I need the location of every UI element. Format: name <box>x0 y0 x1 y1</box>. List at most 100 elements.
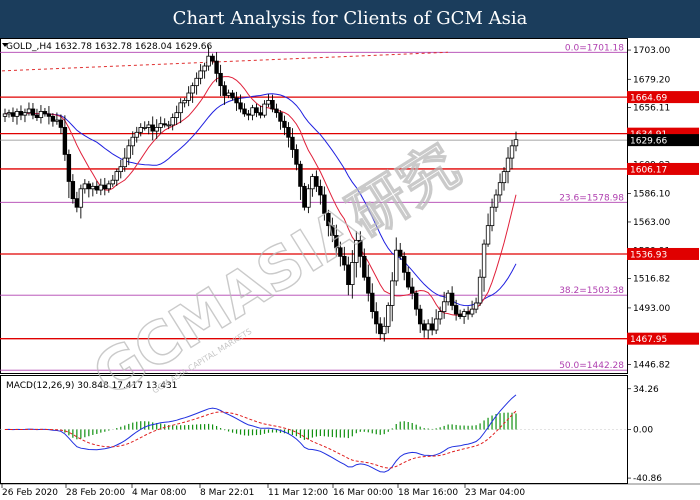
level-tag-label: 1664.69 <box>630 94 667 104</box>
candle-body <box>202 65 207 72</box>
candle-body <box>38 111 44 118</box>
candle-body <box>14 111 20 117</box>
candle-body <box>270 99 275 110</box>
candle-body <box>174 112 179 118</box>
candle-body <box>394 249 399 282</box>
candle-body <box>258 112 263 116</box>
x-tick-label: 8 Mar 22:01 <box>200 488 254 498</box>
candle-body <box>286 127 291 138</box>
y-tick-label: 1563.00 <box>633 218 670 228</box>
y-tick-label: 1493.00 <box>633 304 670 314</box>
candle-body <box>481 243 487 278</box>
candle-body <box>402 255 407 273</box>
candle-body <box>310 176 315 190</box>
x-tick-label: 26 Feb 2020 <box>2 488 58 498</box>
candle-body <box>74 198 80 208</box>
candle-body <box>266 99 271 105</box>
candle-body <box>158 123 163 128</box>
candle-body <box>78 188 84 208</box>
y-tick-label: 1586.10 <box>633 190 670 200</box>
candle-body <box>114 171 119 181</box>
candle-body <box>182 99 187 104</box>
candle-body <box>122 157 127 168</box>
candle-body <box>26 108 32 114</box>
x-tick-label: 16 Mar 00:00 <box>333 488 393 498</box>
candle-body <box>382 325 387 335</box>
candle-body <box>429 323 435 331</box>
candle-body <box>469 308 475 315</box>
candle-body <box>513 139 519 147</box>
chart-area: 34.260.00-40.86 1703.001679.201656.11163… <box>0 38 700 498</box>
candle-body <box>370 292 375 313</box>
candle-body <box>94 185 100 191</box>
level-tag-label: 1606.17 <box>630 165 667 175</box>
candle-body <box>146 124 151 128</box>
x-tick-label: 23 Mar 04:00 <box>465 488 525 498</box>
x-tick-label: 18 Mar 16:00 <box>398 488 458 498</box>
candle-body <box>2 113 8 117</box>
macd-y-tick-label: -40.86 <box>633 474 662 484</box>
candle-body <box>170 117 175 126</box>
candle-body <box>166 124 171 127</box>
candle-body <box>314 176 319 187</box>
y-tick-label: 1679.20 <box>633 75 670 85</box>
y-tick-label: 1703.00 <box>633 46 670 56</box>
candle-body <box>30 108 36 116</box>
candle-body <box>198 70 203 79</box>
candle-body <box>421 323 427 331</box>
candle-body <box>294 149 299 165</box>
candle-body <box>441 301 447 313</box>
y-tick-label: 1446.82 <box>633 361 670 371</box>
candle-body <box>362 255 367 278</box>
title-banner: Chart Analysis for Clients of GCM Asia <box>0 0 700 38</box>
candle-body <box>126 145 131 159</box>
candle-body <box>461 311 467 317</box>
candle-body <box>110 179 115 185</box>
candle-body <box>58 119 64 128</box>
macd-y-tick-label: 0.00 <box>633 426 653 436</box>
candle-body <box>509 145 515 159</box>
candle-body <box>18 111 24 116</box>
candle-body <box>190 85 195 94</box>
candle-body <box>34 114 40 118</box>
candle-body <box>425 323 431 331</box>
candle-body <box>86 183 92 190</box>
chart-title: Chart Analysis for Clients of GCM Asia <box>172 8 528 29</box>
candle-body <box>493 194 499 208</box>
candle-body <box>410 286 415 294</box>
candle-body <box>222 85 227 96</box>
candle-body <box>206 55 211 67</box>
candle-body <box>366 276 371 294</box>
candle-body <box>278 112 283 122</box>
fibo-level-label: 0.0=1701.18 <box>565 43 624 53</box>
candle-body <box>106 183 111 190</box>
candle-body <box>6 112 12 115</box>
level-tag-label: 1467.95 <box>630 335 667 345</box>
candle-body <box>66 154 72 182</box>
candle-body <box>150 124 155 132</box>
candle-body <box>54 119 60 122</box>
candle-body <box>501 171 507 184</box>
candle-body <box>489 206 495 227</box>
candle-body <box>46 113 52 117</box>
x-tick-label: 11 Mar 12:00 <box>268 488 328 498</box>
candle-body <box>398 249 403 257</box>
y-tick-label: 1516.82 <box>633 275 670 285</box>
fibo-level-label: 38.2=1503.38 <box>559 286 624 296</box>
candle-body <box>298 163 303 187</box>
candle-body <box>262 103 267 116</box>
candle-body <box>102 184 108 190</box>
candle-body <box>386 305 391 327</box>
candle-body <box>98 184 104 191</box>
candle-body <box>346 264 351 285</box>
candle-body <box>453 305 459 315</box>
candle-body <box>505 157 511 173</box>
candle-body <box>413 292 419 310</box>
candle-body <box>449 292 455 306</box>
candle-body <box>274 108 279 114</box>
candle-body <box>417 308 423 325</box>
candle-body <box>477 276 483 304</box>
candle-body <box>282 120 287 128</box>
candle-body <box>90 185 96 190</box>
candle-body <box>246 113 251 116</box>
